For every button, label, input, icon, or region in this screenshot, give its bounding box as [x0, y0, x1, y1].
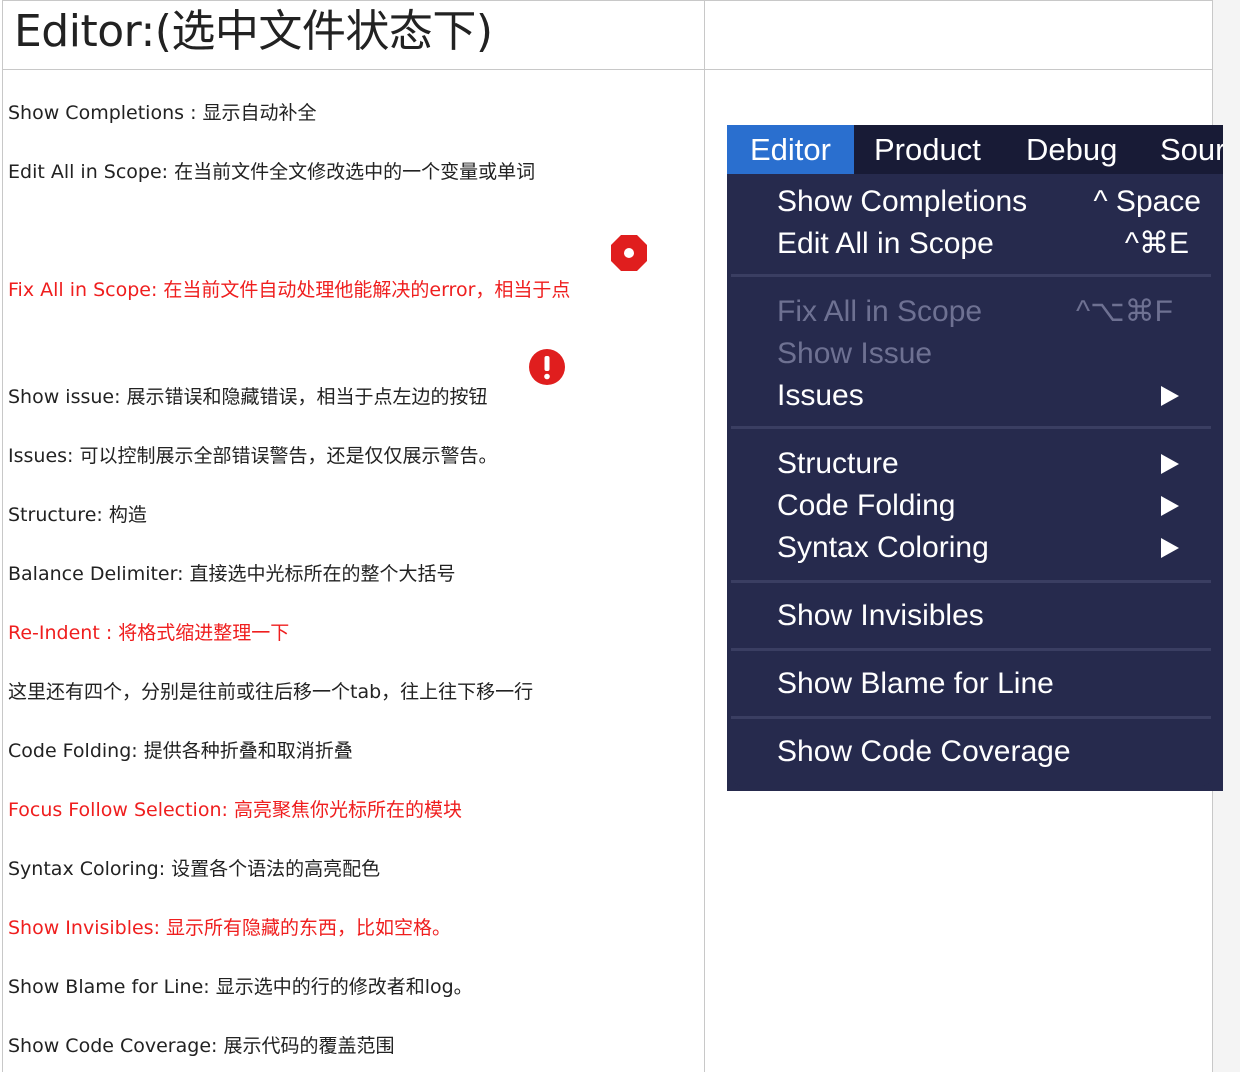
menu-separator — [731, 648, 1211, 651]
octagon-error-icon — [611, 235, 647, 271]
desc-balance-delimiter: Balance Delimiter: 直接选中光标所在的整个大括号 — [8, 563, 456, 585]
shortcut-fix-all-in-scope: ^⌥⌘F — [1076, 295, 1173, 328]
desc-code-folding: Code Folding: 提供各种折叠和取消折叠 — [8, 740, 353, 762]
desc-issues: Issues: 可以控制展示全部错误警告，还是仅仅展示警告。 — [8, 445, 498, 467]
table-border-left — [2, 0, 3, 1072]
menu-separator — [731, 580, 1211, 583]
shortcut-edit-all-in-scope: ^⌘E — [1124, 227, 1189, 260]
menu-item-syntax-coloring[interactable]: Syntax Coloring — [777, 528, 989, 568]
menu-item-show-invisibles[interactable]: Show Invisibles — [777, 596, 984, 636]
desc-move-actions: 这里还有四个，分别是往前或往后移一个tab，往上往下移一行 — [8, 681, 534, 703]
page-title: Editor:(选中文件状态下) — [14, 6, 493, 57]
desc-fix-all-in-scope: Fix All in Scope: 在当前文件自动处理他能解决的error，相当… — [8, 279, 571, 301]
desc-structure: Structure: 构造 — [8, 504, 147, 526]
menu-separator — [731, 274, 1211, 277]
chevron-right-icon — [1161, 496, 1179, 516]
desc-show-invisibles: Show Invisibles: 显示所有隐藏的东西，比如空格。 — [8, 917, 452, 939]
menu-bar-debug[interactable]: Debug — [1026, 125, 1117, 174]
circle-exclamation-icon — [529, 349, 565, 385]
menu-item-issues[interactable]: Issues — [777, 376, 864, 416]
desc-show-completions: Show Completions : 显示自动补全 — [8, 102, 317, 124]
chevron-right-icon — [1161, 538, 1179, 558]
menu-item-fix-all-in-scope[interactable]: Fix All in Scope — [777, 292, 982, 332]
table-border-top — [2, 0, 1213, 1]
menu-separator — [731, 716, 1211, 719]
desc-show-issue: Show issue: 展示错误和隐藏错误，相当于点左边的按钮 — [8, 386, 488, 408]
menu-item-show-issue[interactable]: Show Issue — [777, 334, 932, 374]
desc-show-blame-for-line: Show Blame for Line: 显示选中的行的修改者和log。 — [8, 976, 473, 998]
table-border-middle — [704, 0, 705, 1072]
desc-focus-follow-selection: Focus Follow Selection: 高亮聚焦你光标所在的模块 — [8, 799, 462, 821]
desc-edit-all-in-scope: Edit All in Scope: 在当前文件全文修改选中的一个变量或单词 — [8, 161, 536, 183]
menu-separator — [731, 426, 1211, 429]
menu-item-structure[interactable]: Structure — [777, 444, 899, 484]
header-row-divider — [2, 69, 1213, 70]
menu-item-edit-all-in-scope[interactable]: Edit All in Scope — [777, 224, 994, 264]
shortcut-show-completions: ^ Space — [1093, 185, 1201, 218]
editor-dropdown-menu: Show Completions ^ Space Edit All in Sco… — [731, 174, 1213, 786]
menu-bar-editor[interactable]: Editor — [727, 125, 854, 174]
menu-item-show-blame-for-line[interactable]: Show Blame for Line — [777, 664, 1054, 704]
chevron-right-icon — [1161, 386, 1179, 406]
desc-syntax-coloring: Syntax Coloring: 设置各个语法的高亮配色 — [8, 858, 381, 880]
menu-item-code-folding[interactable]: Code Folding — [777, 486, 955, 526]
menu-item-show-code-coverage[interactable]: Show Code Coverage — [777, 732, 1071, 772]
menu-bar-product[interactable]: Product — [874, 125, 981, 174]
menu-bar: Editor Product Debug Sour — [727, 125, 1223, 174]
desc-show-code-coverage: Show Code Coverage: 展示代码的覆盖范围 — [8, 1035, 395, 1057]
menu-bar-source[interactable]: Sour — [1160, 125, 1223, 174]
menu-item-show-completions[interactable]: Show Completions — [777, 182, 1027, 222]
desc-re-indent: Re-Indent : 将格式缩进整理一下 — [8, 622, 290, 644]
chevron-right-icon — [1161, 454, 1179, 474]
editor-menu-screenshot: Editor Product Debug Sour Show Completio… — [727, 125, 1223, 791]
